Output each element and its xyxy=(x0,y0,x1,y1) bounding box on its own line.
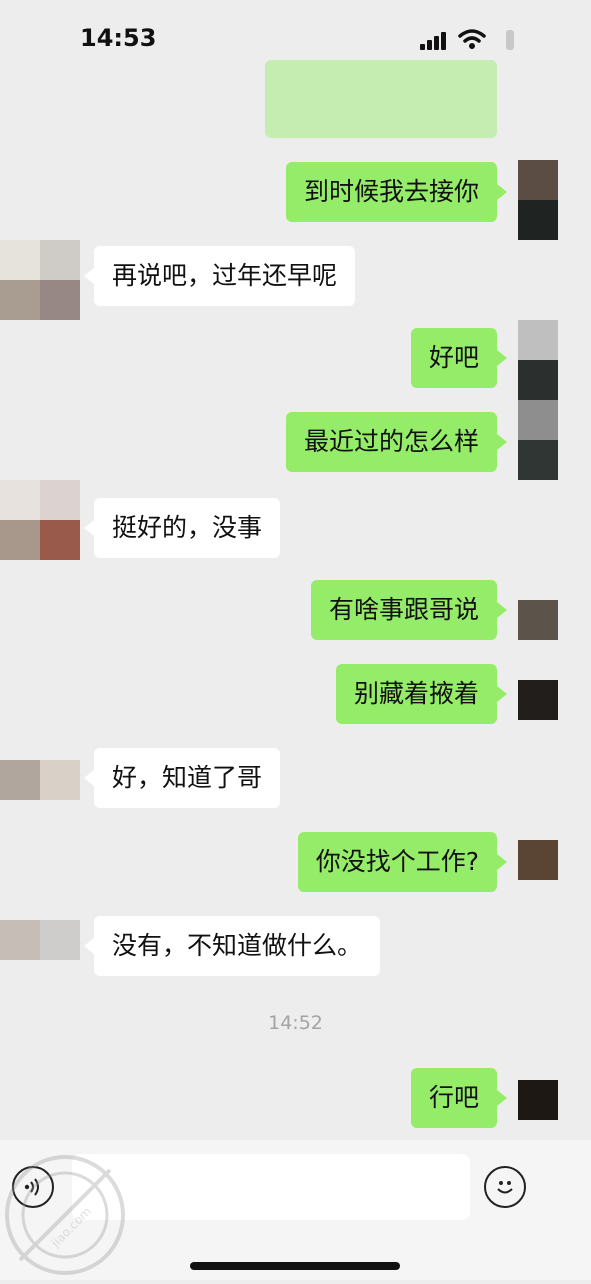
watermark-logo: jiao.com xyxy=(0,1150,130,1280)
my-avatar[interactable] xyxy=(518,320,558,400)
status-time: 14:53 xyxy=(80,24,157,52)
contact-avatar[interactable] xyxy=(0,760,80,800)
previous-message-bubble xyxy=(265,60,497,138)
my-avatar[interactable] xyxy=(518,680,558,720)
my-avatar[interactable] xyxy=(518,1080,558,1120)
message-bubble-outgoing[interactable]: 有啥事跟哥说 xyxy=(310,580,508,640)
contact-avatar[interactable] xyxy=(0,240,80,320)
message-bubble-incoming[interactable]: 好，知道了哥 xyxy=(83,748,281,808)
message-input[interactable] xyxy=(72,1154,470,1220)
message-bubble-outgoing[interactable]: 行吧 xyxy=(410,1068,508,1128)
battery-icon xyxy=(506,30,514,50)
message-bubble-outgoing[interactable]: 最近过的怎么样 xyxy=(285,412,508,472)
emoji-icon xyxy=(497,1181,513,1194)
contact-avatar[interactable] xyxy=(0,480,80,560)
message-bubble-outgoing[interactable]: 你没找个工作? xyxy=(297,832,508,892)
home-indicator xyxy=(190,1262,400,1270)
my-avatar[interactable] xyxy=(518,400,558,480)
emoji-button[interactable] xyxy=(484,1166,526,1208)
message-bubble-outgoing[interactable]: 到时候我去接你 xyxy=(285,162,508,222)
chat-timestamp: 14:52 xyxy=(268,1012,323,1034)
message-bubble-outgoing[interactable]: 别藏着掖着 xyxy=(335,664,508,724)
message-bubble-incoming[interactable]: 再说吧，过年还早呢 xyxy=(83,246,356,306)
my-avatar[interactable] xyxy=(518,840,558,880)
my-avatar[interactable] xyxy=(518,600,558,640)
contact-avatar[interactable] xyxy=(0,920,80,960)
my-avatar[interactable] xyxy=(518,160,558,240)
message-bubble-outgoing[interactable]: 好吧 xyxy=(410,328,508,388)
cellular-signal-icon xyxy=(420,32,448,50)
message-bubble-incoming[interactable]: 挺好的，没事 xyxy=(83,498,281,558)
message-bubble-incoming[interactable]: 没有，不知道做什么。 xyxy=(83,916,381,976)
wifi-icon xyxy=(458,28,486,54)
